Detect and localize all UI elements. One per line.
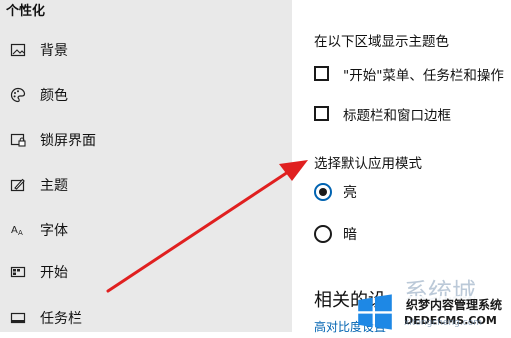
light-mode-label[interactable]: 亮 [343, 182, 357, 202]
sidebar-item-lock-screen[interactable]: 锁屏界面 [0, 120, 292, 160]
accent-surfaces-heading: 在以下区域显示主题色 [314, 34, 449, 50]
sidebar-item-themes[interactable]: 主题 [0, 165, 292, 205]
sidebar-item-background[interactable]: 背景 [0, 30, 292, 70]
dark-mode-label[interactable]: 暗 [343, 224, 357, 244]
watermark-sub: xitongcheng.com [404, 318, 482, 328]
sidebar-item-start[interactable]: 开始 [0, 252, 292, 292]
dark-mode-radio[interactable] [314, 225, 332, 243]
svg-text:A: A [18, 229, 23, 237]
light-mode-radio[interactable] [314, 183, 332, 201]
sidebar-item-taskbar[interactable]: 任务栏 [0, 298, 292, 338]
sidebar-item-label: 字体 [40, 223, 68, 239]
sidebar-title: 个性化 [6, 4, 46, 19]
lock-screen-icon [9, 131, 27, 149]
taskbar-icon [9, 309, 27, 327]
title-bars-checkbox[interactable] [314, 106, 329, 121]
start-icon [9, 263, 27, 281]
palette-icon [9, 86, 27, 104]
svg-text:A: A [11, 225, 18, 236]
sidebar-item-fonts[interactable]: AA 字体 [0, 210, 292, 250]
title-bars-checkbox-label[interactable]: 标题栏和窗口边框 [343, 104, 451, 124]
start-taskbar-checkbox-label[interactable]: "开始"菜单、任务栏和操作 [343, 64, 504, 84]
image-icon [9, 41, 27, 59]
sidebar-item-label: 颜色 [40, 88, 68, 104]
theme-brush-icon [9, 176, 27, 194]
sidebar-item-label: 背景 [40, 43, 68, 59]
app-mode-heading: 选择默认应用模式 [314, 156, 422, 172]
sidebar-item-label: 主题 [40, 178, 68, 194]
sidebar-item-label: 锁屏界面 [40, 133, 96, 149]
sidebar-item-label: 任务栏 [40, 311, 82, 327]
settings-sidebar: 个性化 背景 颜色 锁屏界面 主题 AA 字体 开始 任务栏 [0, 0, 292, 332]
start-taskbar-checkbox[interactable] [314, 66, 329, 81]
watermark-line1: 织梦内容管理系统 [404, 296, 505, 313]
sidebar-item-colors[interactable]: 颜色 [0, 75, 292, 115]
sidebar-item-label: 开始 [40, 265, 68, 281]
font-icon: AA [9, 221, 27, 239]
windows-logo-icon [358, 294, 392, 330]
